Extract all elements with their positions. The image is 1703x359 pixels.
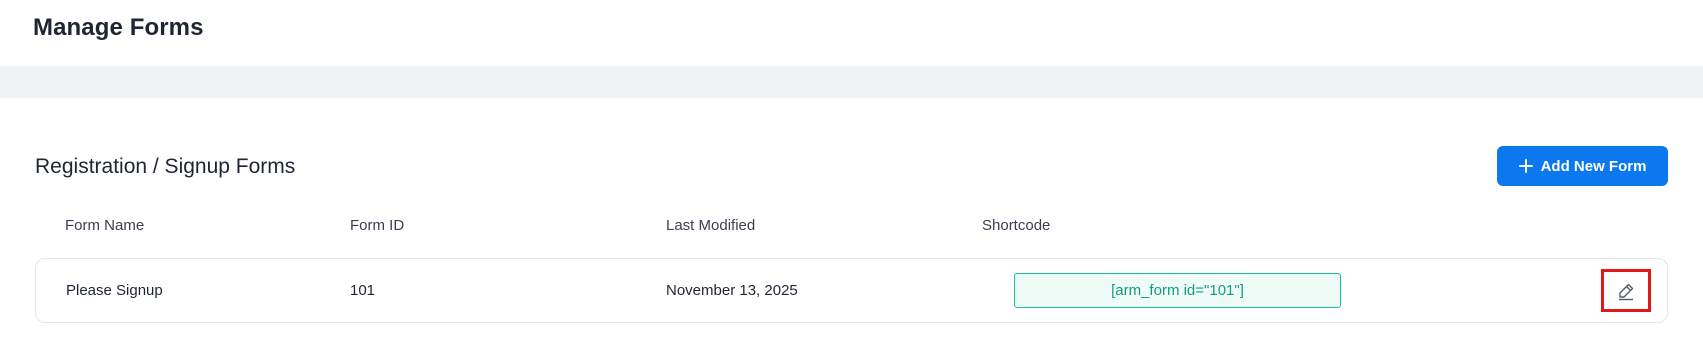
form-id-cell: 101 [350, 282, 376, 299]
column-header-form-id: Form ID [350, 217, 405, 234]
add-new-form-label: Add New Form [1540, 157, 1647, 175]
section-title: Registration / Signup Forms [35, 155, 296, 178]
page-title: Manage Forms [33, 14, 204, 41]
form-name-cell: Please Signup [66, 282, 163, 299]
column-header-shortcode: Shortcode [982, 217, 1051, 234]
divider-band [0, 66, 1703, 98]
table-row: Please Signup 101 November 13, 2025 [arm… [35, 258, 1668, 323]
column-header-form-name: Form Name [65, 217, 145, 234]
pencil-edit-icon [1619, 283, 1634, 300]
forms-section: Registration / Signup Forms Add New Form… [0, 98, 1703, 359]
column-header-last-modified: Last Modified [666, 217, 756, 234]
last-modified-cell: November 13, 2025 [666, 282, 798, 299]
plus-icon [1518, 159, 1533, 173]
page-header: Manage Forms [0, 0, 1703, 66]
edit-form-button[interactable] [1601, 269, 1651, 312]
add-new-form-button[interactable]: Add New Form [1497, 146, 1668, 186]
shortcode-field[interactable]: [arm_form id="101"] [1014, 273, 1341, 308]
